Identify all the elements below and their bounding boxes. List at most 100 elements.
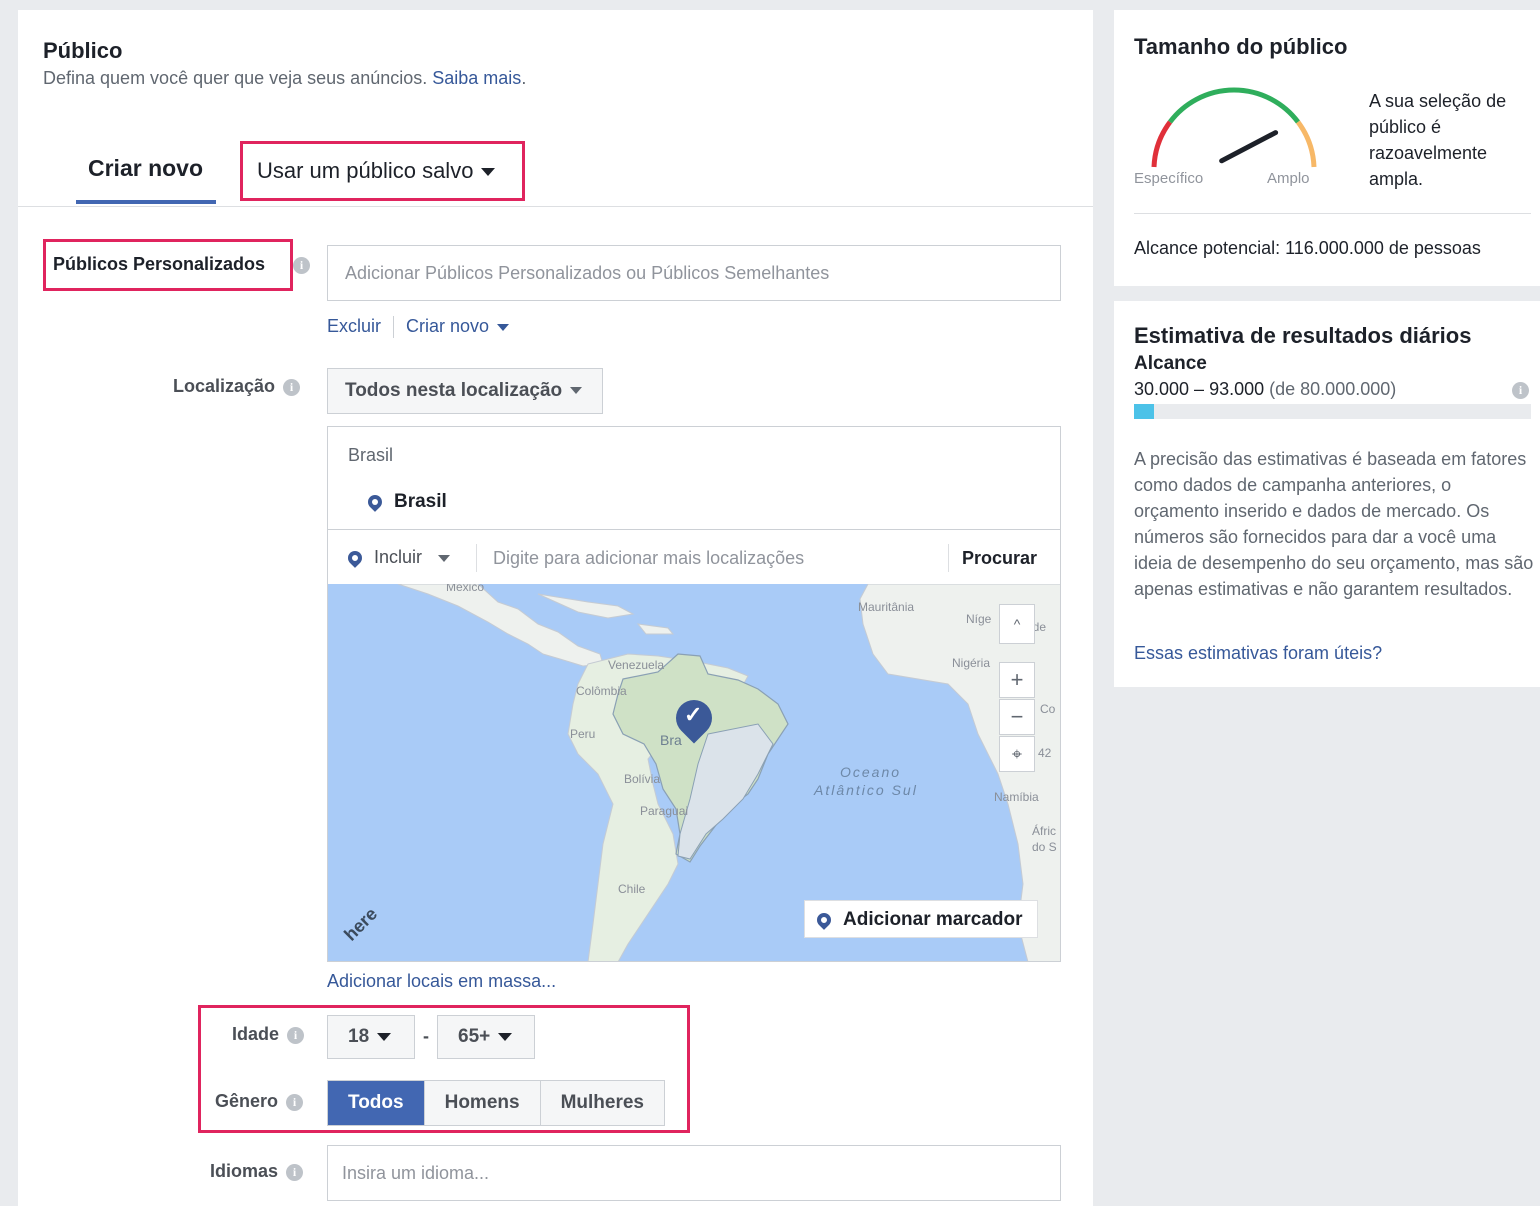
reach-label: Alcance [1134, 353, 1207, 374]
map-label-chile: Chile [618, 882, 646, 896]
location-type-value: Todos nesta localização [345, 380, 563, 401]
info-icon[interactable]: i [286, 1163, 304, 1181]
include-label: Incluir [374, 547, 423, 567]
page-subtitle: Defina quem você quer que veja seus anún… [43, 68, 526, 89]
map-label-africa-line1: Áfric [1032, 824, 1056, 838]
audience-size-title: Tamanho do público [1134, 34, 1348, 59]
info-icon[interactable]: i [286, 1093, 304, 1111]
add-marker-label: Adicionar marcador [843, 909, 1023, 930]
subtitle-period: . [521, 68, 527, 88]
location-map[interactable]: México Mauritânia Níge ade Nigéria Venez… [328, 584, 1060, 961]
map-label-mauritania: Mauritânia [858, 600, 915, 614]
info-icon[interactable]: i [283, 378, 301, 396]
location-type-dropdown[interactable]: Todos nesta localização [327, 368, 603, 414]
tab-use-saved-audience[interactable]: Usar um público salvo [240, 141, 525, 201]
map-label-nigeria: Nigéria [952, 656, 991, 670]
tabs-divider [18, 206, 1093, 207]
location-label: Localização i [173, 376, 301, 397]
custom-audiences-input[interactable]: Adicionar Públicos Personalizados ou Púb… [327, 245, 1061, 301]
age-label: Idade i [232, 1024, 305, 1045]
age-max-value: 65+ [458, 1026, 491, 1047]
search-separator [476, 544, 477, 572]
gender-men-button[interactable]: Homens [424, 1081, 541, 1125]
info-icon[interactable]: i [1512, 382, 1529, 399]
selected-location[interactable]: Brasil [365, 491, 447, 513]
location-pin-icon [345, 548, 365, 569]
caret-down-icon [497, 323, 510, 331]
caret-down-icon [481, 168, 496, 177]
map-label-ocean-line2: Atlântico Sul [814, 782, 918, 798]
active-tab-indicator [76, 200, 216, 204]
reach-progress-bar [1134, 404, 1531, 419]
map-scroll-control[interactable]: ^ [999, 604, 1035, 644]
add-marker-button[interactable]: Adicionar marcador [804, 900, 1038, 938]
language-input[interactable]: Insira um idioma... [327, 1145, 1061, 1201]
location-country-heading: Brasil [348, 445, 394, 465]
estimates-feedback-link[interactable]: Essas estimativas foram úteis? [1134, 643, 1382, 664]
reach-range-value: 30.000 – 93.000 [1134, 379, 1265, 399]
gauge-broad-label: Amplo [1267, 170, 1310, 187]
page-title: Público [43, 38, 123, 63]
estimate-description: A precisão das estimativas é baseada em … [1134, 449, 1534, 599]
info-icon[interactable]: i [293, 257, 310, 274]
gauge-specific-label: Específico [1134, 170, 1204, 187]
subtitle-text: Defina quem você quer que veja seus anún… [43, 68, 428, 88]
exclude-link[interactable]: Excluir [327, 316, 381, 336]
caret-down-icon [570, 387, 583, 395]
gender-selector: Todos Homens Mulheres [327, 1080, 665, 1126]
age-min-select[interactable]: 18 [327, 1015, 415, 1059]
location-search-row: Incluir Digite para adicionar mais local… [328, 529, 1060, 585]
zoom-in-button[interactable]: + [999, 662, 1035, 698]
map-label-venezuela: Venezuela [608, 658, 665, 672]
reach-range-total: (de 80.000.000) [1269, 379, 1397, 399]
create-new-link[interactable]: Criar novo [406, 316, 489, 336]
map-label-brazil: Bra [660, 732, 682, 748]
audience-gauge-icon [1151, 87, 1317, 168]
location-pin-icon [365, 492, 385, 512]
recenter-icon[interactable]: ⌖ [999, 736, 1035, 772]
bulk-locations-link[interactable]: Adicionar locais em massa... [327, 971, 556, 992]
age-label-text: Idade [232, 1024, 280, 1044]
check-icon: ✓ [684, 702, 703, 727]
search-button[interactable]: Procurar [962, 548, 1037, 569]
map-label-paraguay: Paraguai [640, 804, 689, 818]
map-label-mexico: México [446, 584, 485, 594]
caret-down-icon [438, 554, 451, 562]
info-icon[interactable]: i [287, 1026, 305, 1044]
learn-more-link[interactable]: Saiba mais [432, 68, 521, 88]
potential-reach: Alcance potencial: 116.000.000 de pessoa… [1134, 238, 1481, 258]
location-search-input[interactable]: Digite para adicionar mais localizações [493, 548, 804, 569]
caret-down-icon [377, 1032, 392, 1041]
map-label-congo: Co [1040, 702, 1056, 716]
zoom-out-button[interactable]: − [999, 699, 1035, 735]
map-label-peru: Peru [570, 727, 596, 741]
selected-location-label: Brasil [394, 491, 447, 512]
gender-all-button[interactable]: Todos [328, 1081, 425, 1125]
tab-use-saved-label: Usar um público salvo [257, 158, 474, 183]
tab-create-new[interactable]: Criar novo [88, 155, 203, 182]
languages-label-text: Idiomas [210, 1161, 279, 1181]
daily-estimate-title: Estimativa de resultados diários [1134, 323, 1472, 348]
reach-progress-fill [1134, 404, 1154, 419]
map-label-namibia: Namíbia [994, 790, 1039, 804]
card-divider [1134, 213, 1531, 214]
daily-estimate-card: Estimativa de resultados diários Alcance… [1114, 301, 1540, 687]
age-min-value: 18 [348, 1026, 370, 1047]
map-label-niger: Níge [966, 612, 992, 626]
include-dropdown[interactable]: Incluir [345, 547, 451, 569]
caret-down-icon [498, 1032, 513, 1041]
location-label-text: Localização [173, 376, 276, 396]
link-separator [393, 316, 395, 339]
custom-audiences-label: Públicos Personalizados [53, 254, 266, 274]
map-label-ocean-line1: Oceano [840, 764, 902, 780]
reach-range: 30.000 – 93.000 (de 80.000.000) [1134, 379, 1396, 400]
map-label-bolivia: Bolívia [624, 772, 661, 786]
gender-women-button[interactable]: Mulheres [540, 1081, 664, 1125]
audience-size-description: A sua seleção de público é razoavelmente… [1369, 91, 1507, 189]
gender-label: Gênero i [215, 1091, 304, 1112]
languages-label: Idiomas i [210, 1161, 304, 1182]
gauge-needle [1219, 130, 1279, 164]
age-max-select[interactable]: 65+ [437, 1015, 535, 1059]
map-label-africa-line2: do S [1032, 840, 1057, 854]
audience-panel: Público Defina quem você quer que veja s… [18, 10, 1093, 1206]
